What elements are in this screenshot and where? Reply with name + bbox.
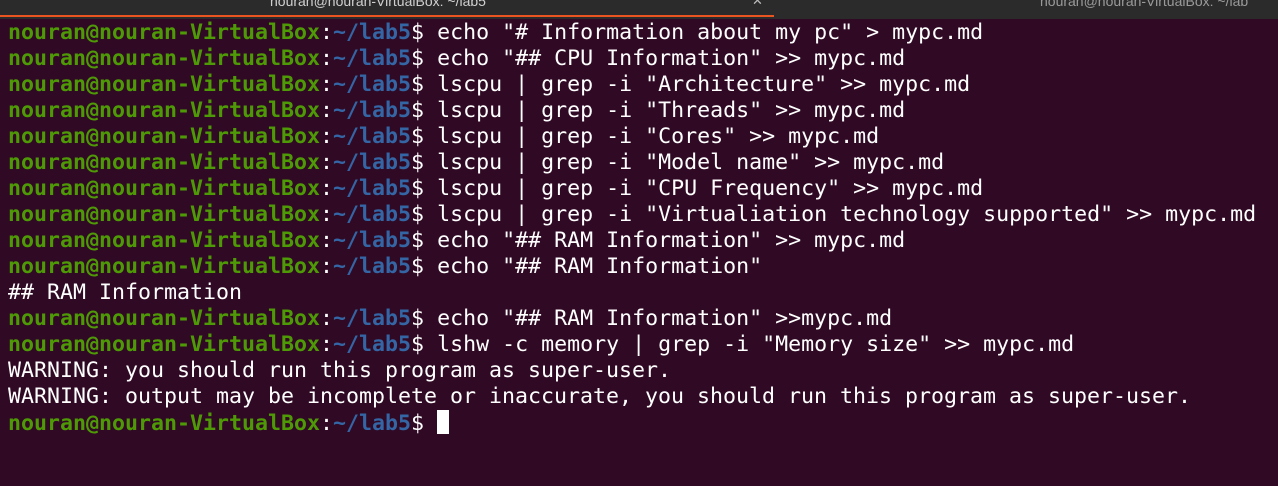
command-text: lscpu | grep -i "Cores" >> mypc.md: [437, 124, 880, 149]
prompt-separator: :: [320, 332, 334, 357]
prompt-separator: :: [320, 124, 334, 149]
prompt-symbol: $: [411, 176, 438, 201]
prompt-symbol: $: [411, 306, 438, 331]
prompt-separator: :: [320, 411, 334, 436]
prompt-path: ~/lab5: [333, 306, 412, 331]
prompt-symbol: $: [411, 332, 438, 357]
output-text: WARNING: you should run this program as …: [8, 358, 672, 383]
prompt-symbol: $: [411, 98, 438, 123]
command-text: lshw -c memory | grep -i "Memory size" >…: [437, 332, 1075, 357]
output-line: WARNING: output may be incomplete or ina…: [8, 384, 1274, 410]
prompt-user: nouran@nouran-VirtualBox: [8, 254, 321, 279]
command-text: echo "## CPU Information" >> mypc.md: [437, 46, 906, 71]
command-line: nouran@nouran-VirtualBox:~/lab5$ echo "#…: [8, 228, 1274, 254]
command-text: echo "## RAM Information" >> mypc.md: [437, 228, 906, 253]
prompt-symbol: $: [411, 124, 438, 149]
prompt-user: nouran@nouran-VirtualBox: [8, 306, 321, 331]
output-text: WARNING: output may be incomplete or ina…: [8, 384, 1192, 409]
command-text: echo "## RAM Information" >>mypc.md: [437, 306, 893, 331]
prompt-symbol: $: [411, 72, 438, 97]
prompt-separator: :: [320, 202, 334, 227]
terminal-output[interactable]: nouran@nouran-VirtualBox:~/lab5$ echo "#…: [8, 20, 1274, 436]
cursor[interactable]: [437, 410, 450, 434]
command-text: lscpu | grep -i "Architecture" >> mypc.m…: [437, 72, 971, 97]
prompt-path: ~/lab5: [333, 332, 412, 357]
command-line: nouran@nouran-VirtualBox:~/lab5$ echo "#…: [8, 46, 1274, 72]
command-text: echo "# Information about my pc" > mypc.…: [437, 20, 984, 45]
output-line: WARNING: you should run this program as …: [8, 358, 1274, 384]
command-line: nouran@nouran-VirtualBox:~/lab5$ lscpu |…: [8, 98, 1274, 124]
prompt-path: ~/lab5: [333, 228, 412, 253]
command-line: nouran@nouran-VirtualBox:~/lab5$ lscpu |…: [8, 124, 1274, 150]
prompt-separator: :: [320, 176, 334, 201]
tab-inactive[interactable]: nouran@nouran-VirtualBox: ~/lab: [1040, 0, 1248, 17]
prompt-user: nouran@nouran-VirtualBox: [8, 202, 321, 227]
command-line: nouran@nouran-VirtualBox:~/lab5$ echo "#…: [8, 254, 1274, 280]
command-line: nouran@nouran-VirtualBox:~/lab5$ lscpu |…: [8, 150, 1274, 176]
prompt-separator: :: [320, 72, 334, 97]
prompt-symbol: $: [411, 46, 438, 71]
command-line: nouran@nouran-VirtualBox:~/lab5$ lscpu |…: [8, 202, 1274, 228]
output-text: ## RAM Information: [8, 280, 243, 305]
command-text: lscpu | grep -i "CPU Frequency" >> mypc.…: [437, 176, 984, 201]
command-text: lscpu | grep -i "Threads" >> mypc.md: [437, 98, 906, 123]
prompt-path: ~/lab5: [333, 72, 412, 97]
tab-bar: nouran@nouran-VirtualBox: ~/lab5 ✕ noura…: [0, 0, 1278, 19]
prompt-separator: :: [320, 20, 334, 45]
prompt-separator: :: [320, 254, 334, 279]
prompt-separator: :: [320, 46, 334, 71]
command-line: nouran@nouran-VirtualBox:~/lab5$ lscpu |…: [8, 72, 1274, 98]
prompt-symbol: $: [411, 20, 438, 45]
prompt-user: nouran@nouran-VirtualBox: [8, 46, 321, 71]
tab-title: nouran@nouran-VirtualBox: ~/lab5: [270, 0, 486, 9]
prompt-path: ~/lab5: [333, 411, 412, 436]
prompt-path: ~/lab5: [333, 254, 412, 279]
prompt-user: nouran@nouran-VirtualBox: [8, 332, 321, 357]
prompt-symbol: $: [411, 411, 438, 436]
command-line: nouran@nouran-VirtualBox:~/lab5$ echo "#…: [8, 20, 1274, 46]
prompt-user: nouran@nouran-VirtualBox: [8, 150, 321, 175]
prompt-path: ~/lab5: [333, 150, 412, 175]
prompt-user: nouran@nouran-VirtualBox: [8, 72, 321, 97]
prompt-user: nouran@nouran-VirtualBox: [8, 228, 321, 253]
prompt-path: ~/lab5: [333, 124, 412, 149]
prompt-user: nouran@nouran-VirtualBox: [8, 124, 321, 149]
output-line: ## RAM Information: [8, 280, 1274, 306]
terminal-window: nouran@nouran-VirtualBox: ~/lab5 ✕ noura…: [0, 0, 1278, 486]
prompt-user: nouran@nouran-VirtualBox: [8, 411, 321, 436]
prompt-user: nouran@nouran-VirtualBox: [8, 20, 321, 45]
prompt-user: nouran@nouran-VirtualBox: [8, 98, 321, 123]
prompt-symbol: $: [411, 254, 438, 279]
prompt-path: ~/lab5: [333, 176, 412, 201]
command-line: nouran@nouran-VirtualBox:~/lab5$ lscpu |…: [8, 176, 1274, 202]
prompt-symbol: $: [411, 228, 438, 253]
command-line: nouran@nouran-VirtualBox:~/lab5$ echo "#…: [8, 306, 1274, 332]
command-line: nouran@nouran-VirtualBox:~/lab5$ lshw -c…: [8, 332, 1274, 358]
prompt-path: ~/lab5: [333, 98, 412, 123]
prompt-user: nouran@nouran-VirtualBox: [8, 176, 321, 201]
prompt-separator: :: [320, 98, 334, 123]
prompt-path: ~/lab5: [333, 202, 412, 227]
prompt-separator: :: [320, 150, 334, 175]
prompt-separator: :: [320, 228, 334, 253]
prompt-path: ~/lab5: [333, 46, 412, 71]
prompt-symbol: $: [411, 150, 438, 175]
close-icon[interactable]: ✕: [752, 0, 763, 9]
command-text: echo "## RAM Information": [437, 254, 763, 279]
command-line: nouran@nouran-VirtualBox:~/lab5$: [8, 410, 1274, 436]
prompt-separator: :: [320, 306, 334, 331]
tab-title: nouran@nouran-VirtualBox: ~/lab: [1040, 0, 1249, 9]
command-text: lscpu | grep -i "Virtualiation technolog…: [437, 202, 1257, 227]
prompt-symbol: $: [411, 202, 438, 227]
tab-active[interactable]: nouran@nouran-VirtualBox: ~/lab5 ✕: [0, 0, 774, 17]
prompt-path: ~/lab5: [333, 20, 412, 45]
command-text: lscpu | grep -i "Model name" >> mypc.md: [437, 150, 945, 175]
